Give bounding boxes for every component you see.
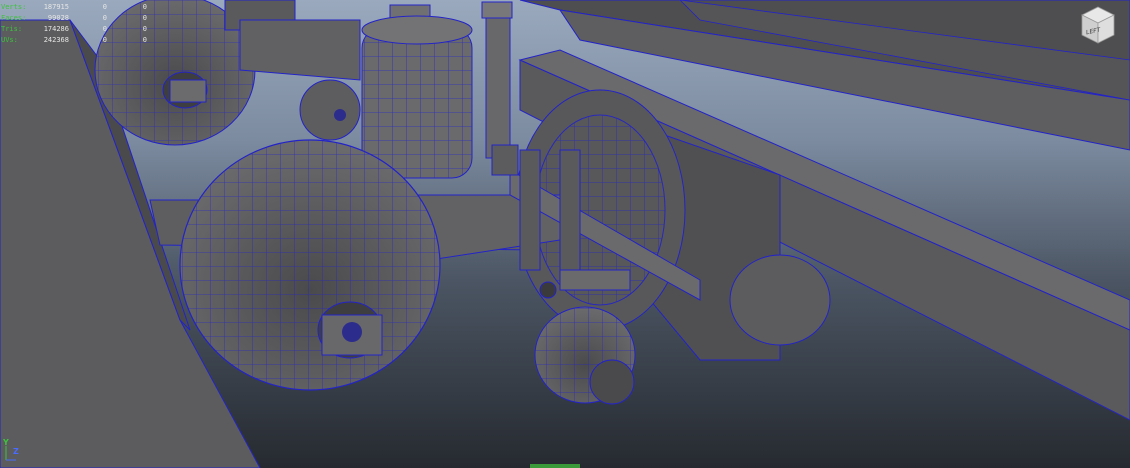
hud-value: 242368 [43, 36, 69, 44]
hud-row-uvs: UVs: 242368 0 0 [0, 35, 147, 46]
vertical-shock [481, 1, 519, 176]
axis-z-label: Z [13, 447, 19, 456]
scene-render [0, 0, 1130, 468]
3d-viewport[interactable]: Verts: 187915 0 0 Faces: 99028 0 0 Tris:… [0, 0, 1130, 468]
hud-row-verts: Verts: 187915 0 0 [0, 2, 147, 13]
hud-selected: 0 [102, 25, 107, 33]
cube-icon [1081, 6, 1115, 44]
axis-gizmo: Y Z [2, 438, 24, 462]
hud-selected: 0 [102, 3, 107, 11]
hud-value: 174286 [43, 25, 69, 33]
hud-label: Faces: [1, 14, 27, 22]
status-strip [530, 464, 580, 468]
hud-row-tris: Tris: 174286 0 0 [0, 24, 147, 35]
hud-selected: 0 [102, 14, 107, 22]
axis-y-label: Y [3, 438, 9, 447]
front-bell [179, 139, 441, 391]
hud-row-faces: Faces: 99028 0 0 [0, 13, 147, 24]
hud-component: 0 [142, 14, 147, 22]
hud-selected: 0 [102, 36, 107, 44]
hud-value: 99028 [47, 14, 69, 22]
hud-label: UVs: [1, 36, 18, 44]
small-drum [534, 269, 636, 405]
hud-component: 0 [142, 3, 147, 11]
hud-label: Tris: [1, 25, 23, 33]
poly-count-hud: Verts: 187915 0 0 Faces: 99028 0 0 Tris:… [0, 2, 147, 46]
view-cube[interactable]: LEFT [1080, 5, 1116, 45]
hud-value: 187915 [43, 3, 69, 11]
hud-label: Verts: [1, 3, 27, 11]
hud-component: 0 [142, 25, 147, 33]
cylinder-tank [361, 15, 473, 179]
hud-component: 0 [142, 36, 147, 44]
